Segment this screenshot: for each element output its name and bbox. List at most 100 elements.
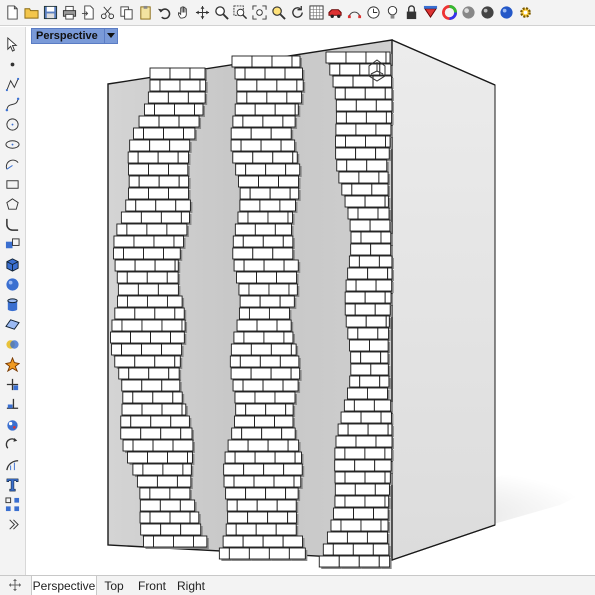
material-sphere-icon[interactable] <box>497 3 516 23</box>
transform-icon[interactable] <box>2 235 22 253</box>
brick <box>189 67 206 80</box>
pan-hand-icon[interactable] <box>174 3 193 23</box>
ortho-snap-icon[interactable] <box>364 3 383 23</box>
brick <box>387 423 393 436</box>
brick <box>148 187 169 200</box>
brick <box>247 511 269 524</box>
zoom-in-icon[interactable] <box>212 3 231 23</box>
brick <box>254 451 276 464</box>
select-arrow-icon[interactable] <box>2 35 22 53</box>
add-tab-icon[interactable] <box>8 578 22 592</box>
shaded-sphere-icon[interactable] <box>478 3 497 23</box>
ellipse-icon[interactable] <box>2 135 22 153</box>
open-folder-icon[interactable] <box>22 3 41 23</box>
layer-color-icon[interactable] <box>421 3 440 23</box>
brick <box>254 103 276 116</box>
move-icon[interactable] <box>193 3 212 23</box>
triangle-down-icon[interactable] <box>103 29 117 43</box>
circle-icon[interactable] <box>2 115 22 133</box>
brick <box>237 211 249 224</box>
undo-icon[interactable] <box>155 3 174 23</box>
brick <box>279 295 295 308</box>
arc-icon[interactable] <box>2 155 22 173</box>
grid-viewport-icon[interactable] <box>307 3 326 23</box>
brick <box>291 55 301 68</box>
brick <box>134 307 156 320</box>
brick <box>222 535 244 548</box>
point-icon[interactable] <box>2 55 22 73</box>
light-bulb-icon[interactable] <box>383 3 402 23</box>
brick <box>357 207 379 220</box>
zoom-extents-icon[interactable] <box>250 3 269 23</box>
split-icon[interactable] <box>2 395 22 413</box>
curve-icon[interactable] <box>2 95 22 113</box>
brick <box>234 391 256 404</box>
brick <box>169 139 191 152</box>
rectangle-icon[interactable] <box>2 175 22 193</box>
save-icon[interactable] <box>41 3 60 23</box>
select-points-icon[interactable] <box>345 3 364 23</box>
brick <box>377 207 390 220</box>
tab-right[interactable]: Right <box>173 576 209 595</box>
solid-box-icon[interactable] <box>2 255 22 273</box>
tab-top[interactable]: Top <box>97 576 131 595</box>
paste-icon[interactable] <box>136 3 155 23</box>
perspective-viewport[interactable]: Perspective <box>27 27 595 575</box>
color-wheel-icon[interactable] <box>440 3 459 23</box>
cut-icon[interactable] <box>98 3 117 23</box>
brick <box>122 439 134 452</box>
import-icon[interactable] <box>79 3 98 23</box>
brick <box>240 139 262 152</box>
polyline-icon[interactable] <box>2 75 22 93</box>
viewport-title[interactable]: Perspective <box>31 28 118 44</box>
zoom-selected-icon[interactable] <box>269 3 288 23</box>
brick <box>279 199 296 212</box>
fillet-icon[interactable] <box>2 215 22 233</box>
boolean-icon[interactable] <box>2 335 22 353</box>
options-gear-icon[interactable] <box>516 3 535 23</box>
brick <box>154 259 176 272</box>
brick <box>267 211 289 224</box>
expand-chevron-icon[interactable] <box>2 515 22 533</box>
brick <box>283 463 303 476</box>
zoom-window-icon[interactable] <box>231 3 250 23</box>
brick <box>226 499 238 512</box>
brick <box>111 343 123 356</box>
brick <box>141 379 163 392</box>
brick <box>360 411 382 424</box>
print-icon[interactable] <box>60 3 79 23</box>
brick <box>380 231 392 244</box>
brick <box>199 79 207 92</box>
brick <box>334 483 356 496</box>
brick <box>153 535 174 548</box>
brick <box>344 291 366 304</box>
brick <box>160 427 182 440</box>
brick <box>384 495 390 508</box>
brick <box>169 487 191 500</box>
trim-icon[interactable] <box>2 375 22 393</box>
array-icon[interactable] <box>2 495 22 513</box>
copy-icon[interactable] <box>117 3 136 23</box>
brick <box>245 403 267 416</box>
render-sphere-icon[interactable] <box>459 3 478 23</box>
sphere-icon[interactable] <box>2 275 22 293</box>
car-render-icon[interactable] <box>326 3 345 23</box>
lock-icon[interactable] <box>402 3 421 23</box>
polygon-icon[interactable] <box>2 195 22 213</box>
text-icon[interactable] <box>2 475 22 493</box>
brick <box>332 543 354 556</box>
new-document-icon[interactable] <box>3 3 22 23</box>
solid-tools-icon[interactable] <box>2 415 22 433</box>
cylinder-icon[interactable] <box>2 295 22 313</box>
brick <box>120 211 142 224</box>
tab-front[interactable]: Front <box>133 576 171 595</box>
analyze-icon[interactable] <box>2 455 22 473</box>
surface-icon[interactable] <box>2 315 22 333</box>
brick <box>146 223 168 236</box>
rotate-view-icon[interactable] <box>288 3 307 23</box>
rotate-icon[interactable] <box>2 435 22 453</box>
brick <box>232 151 254 164</box>
tab-perspective[interactable]: Perspective <box>31 576 97 595</box>
explode-icon[interactable] <box>2 355 22 373</box>
brick <box>266 91 288 104</box>
